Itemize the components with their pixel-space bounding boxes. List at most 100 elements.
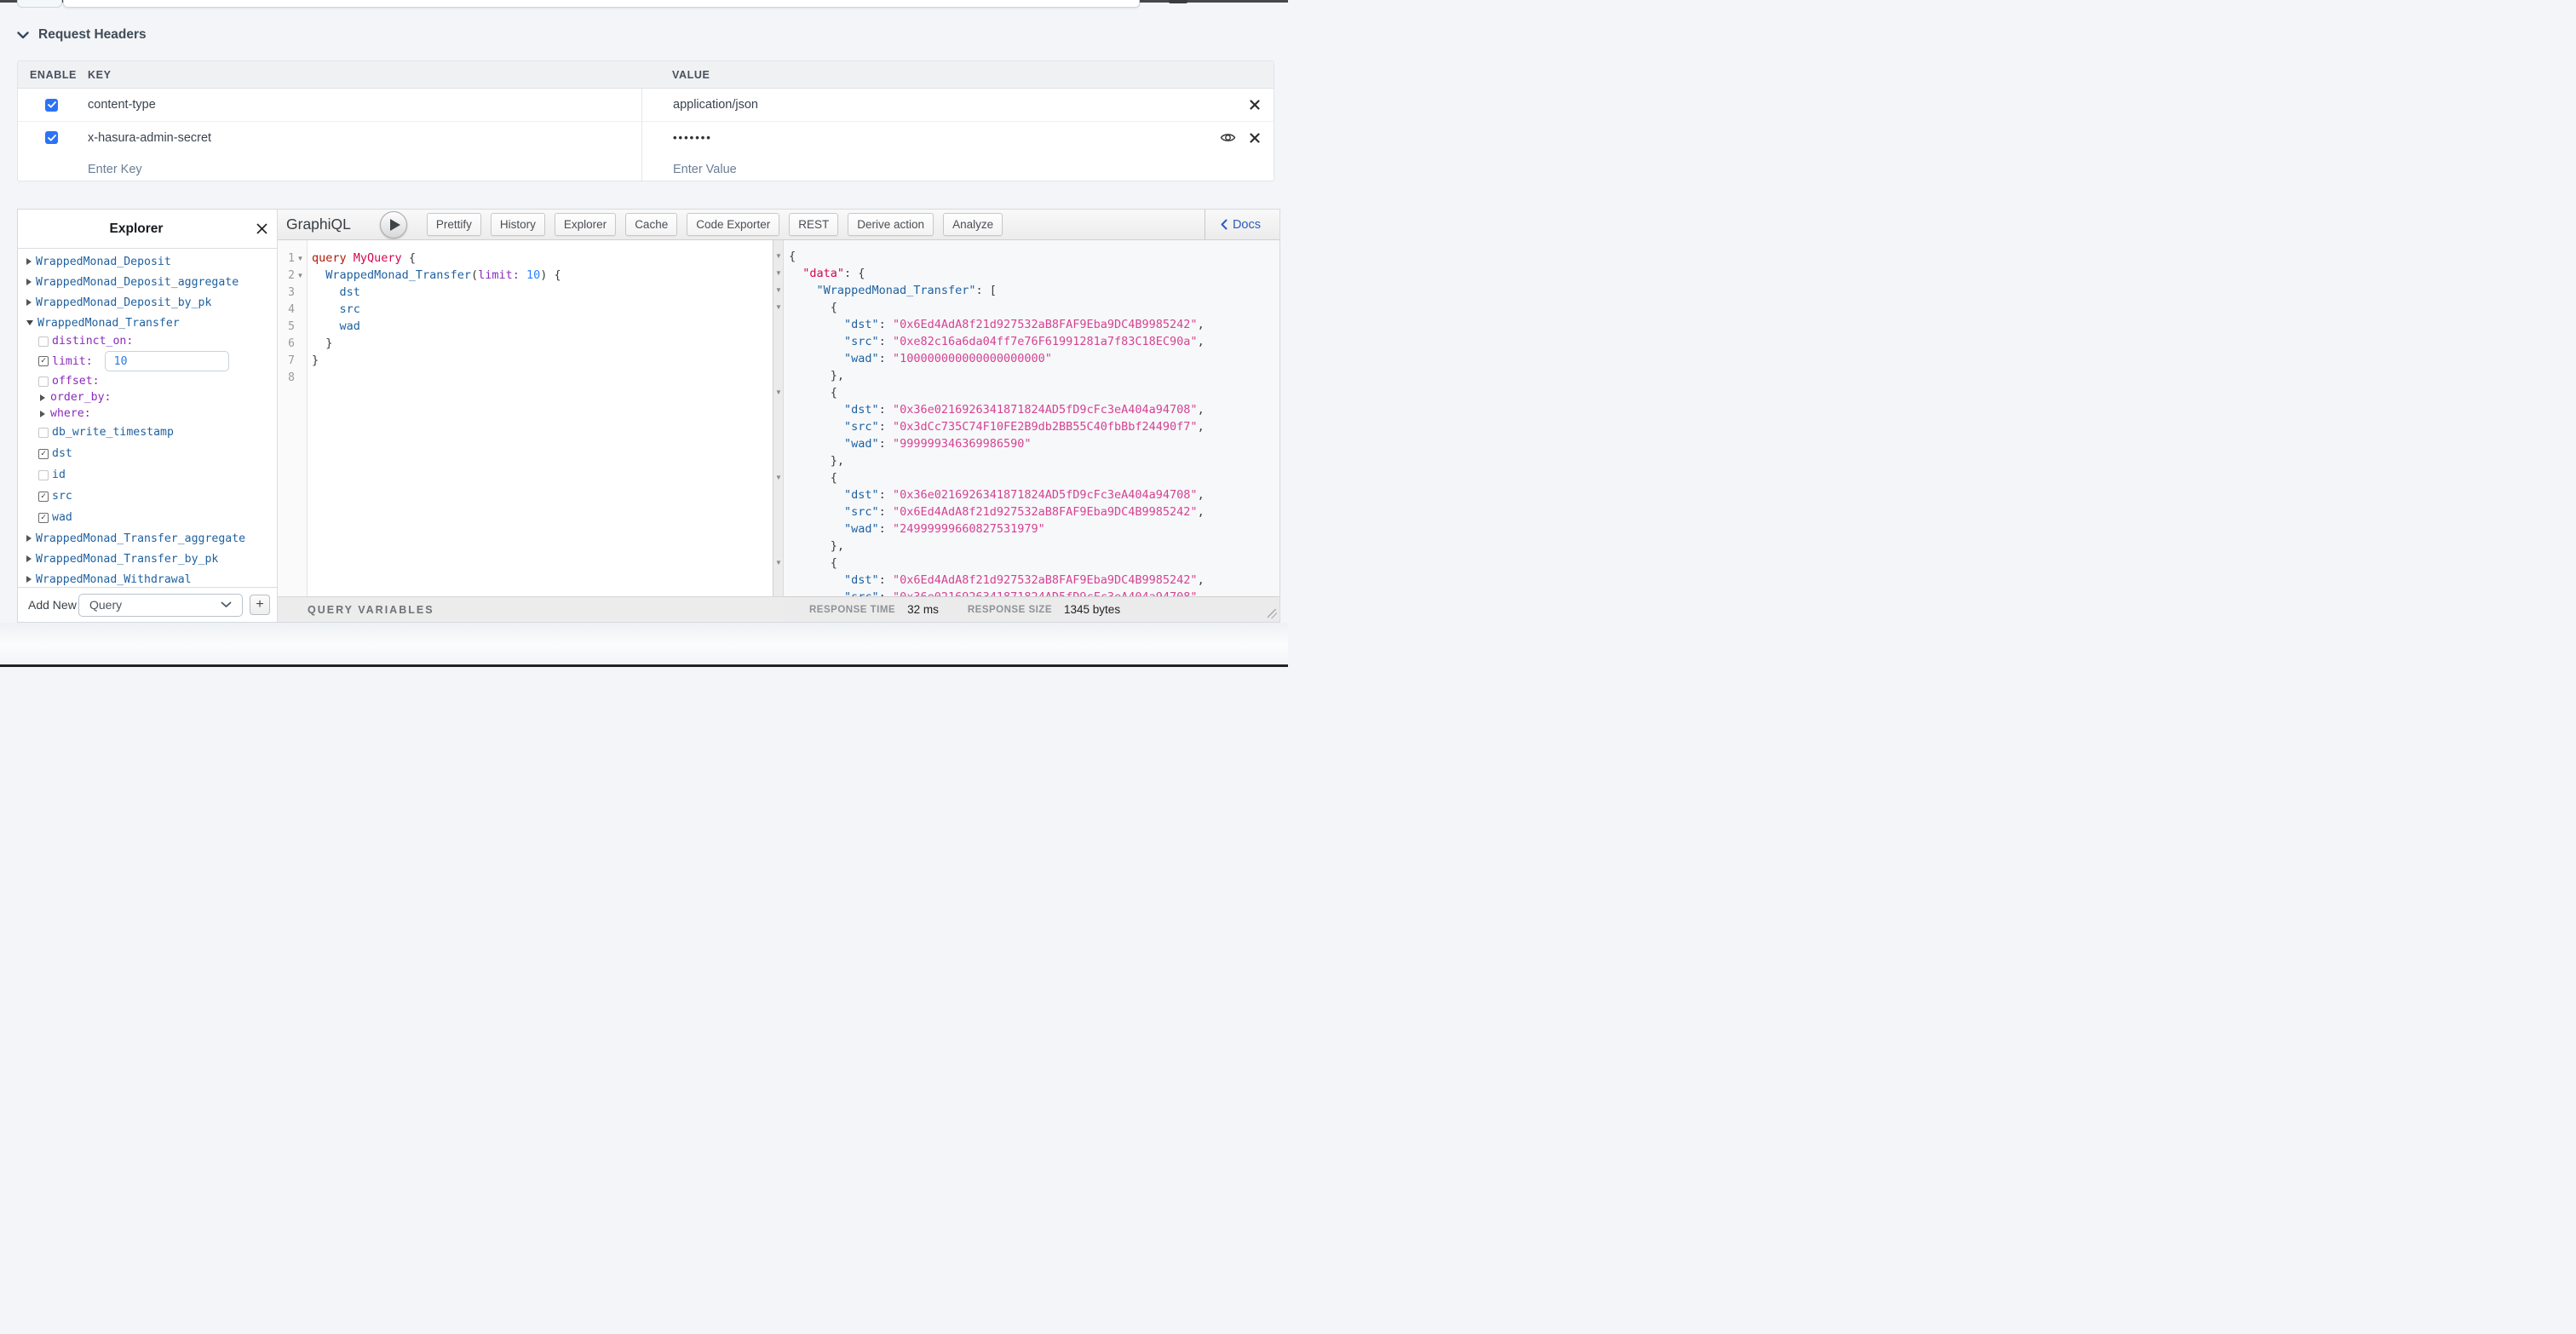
response-line: "dst": "0x6Ed4AdA8f21d927532aB8FAF9Eba9D… <box>789 572 1279 589</box>
add-operation-button[interactable]: + <box>250 595 270 615</box>
enter-key-input[interactable]: Enter Key <box>88 163 142 176</box>
fold-arrow-icon[interactable]: ▼ <box>775 388 782 396</box>
header-enable-checkbox[interactable] <box>45 99 58 112</box>
response-line: "dst": "0x36e0216926341871824AD5fD9cFc3e… <box>789 486 1279 503</box>
toolbar-button-explorer[interactable]: Explorer <box>555 213 616 236</box>
remove-header-icon[interactable] <box>1250 133 1260 143</box>
limit-value-input[interactable]: 10 <box>105 351 229 371</box>
expand-arrow-icon[interactable] <box>26 258 32 265</box>
operation-type-select[interactable]: Query <box>78 594 243 617</box>
toolbar-button-analyze[interactable]: Analyze <box>943 213 1003 236</box>
header-row: content-type application/json <box>18 89 1274 121</box>
value-cell[interactable]: application/json <box>641 89 1274 121</box>
explorer-checkbox[interactable] <box>38 428 49 438</box>
response-size-label: RESPONSE SIZE <box>968 605 1052 615</box>
explorer-checkbox[interactable] <box>38 336 49 347</box>
execute-query-button[interactable] <box>380 211 407 239</box>
column-enable: ENABLE <box>30 69 77 81</box>
reveal-eye-icon[interactable] <box>1220 132 1236 143</box>
query-variables-bar[interactable]: QUERY VARIABLES <box>278 596 784 622</box>
explorer-item[interactable]: WrappedMonad_Transfer_aggregate <box>18 528 277 549</box>
enable-cell <box>18 131 88 144</box>
bottom-strip <box>0 664 1288 667</box>
explorer-checkbox[interactable] <box>38 470 49 480</box>
expand-arrow-icon[interactable] <box>40 394 45 401</box>
fold-arrow-icon[interactable]: ▼ <box>775 559 782 566</box>
row-icons <box>1250 100 1260 110</box>
explorer-item[interactable]: distinct_on: <box>18 333 277 349</box>
explorer-item[interactable]: id <box>18 464 277 486</box>
explorer-item[interactable]: offset: <box>18 373 277 389</box>
expand-arrow-icon[interactable] <box>26 299 32 306</box>
explorer-item[interactable]: WrappedMonad_Withdrawal <box>18 569 277 589</box>
fold-arrow-icon[interactable]: ▼ <box>296 272 304 279</box>
toolbar-button-history[interactable]: History <box>491 213 545 236</box>
explorer-checkbox[interactable]: ✓ <box>38 492 49 502</box>
gutter-row: 7 <box>278 352 307 369</box>
fold-arrow-icon[interactable]: ▼ <box>775 303 782 311</box>
expand-arrow-icon[interactable] <box>26 555 32 562</box>
header-key: content-type <box>88 98 156 112</box>
explorer-item-label: WrappedMonad_Transfer <box>37 317 180 330</box>
request-headers-toggle[interactable]: Request Headers <box>17 26 147 44</box>
fold-arrow-icon[interactable]: ▼ <box>296 255 304 262</box>
explorer-item[interactable]: WrappedMonad_Transfer <box>18 313 277 333</box>
toolbar-button-code-exporter[interactable]: Code Exporter <box>687 213 779 236</box>
explorer-item[interactable]: where: <box>18 405 277 422</box>
explorer-item[interactable]: ✓dst <box>18 443 277 464</box>
query-editor[interactable]: query MyQuery { WrappedMonad_Transfer(li… <box>312 240 773 596</box>
explorer-checkbox[interactable]: ✓ <box>38 356 49 366</box>
explorer-item[interactable]: WrappedMonad_Deposit <box>18 251 277 272</box>
explorer-item[interactable]: WrappedMonad_Transfer_by_pk <box>18 549 277 569</box>
toolbar-button-derive-action[interactable]: Derive action <box>848 213 934 236</box>
expand-arrow-icon[interactable] <box>26 576 32 583</box>
explorer-item[interactable]: ✓limit:10 <box>18 349 277 373</box>
expand-arrow-icon[interactable] <box>26 279 32 285</box>
explorer-item[interactable]: WrappedMonad_Deposit_by_pk <box>18 292 277 313</box>
expand-arrow-icon[interactable] <box>40 411 45 417</box>
header-row: x-hasura-admin-secret••••••• <box>18 121 1274 153</box>
explorer-checkbox[interactable]: ✓ <box>38 449 49 459</box>
expand-arrow-icon[interactable] <box>26 535 32 542</box>
header-enable-checkbox[interactable] <box>45 131 58 144</box>
add-new-label: Add New <box>28 598 77 612</box>
column-value: VALUE <box>672 69 710 81</box>
url-bar-button-stub[interactable] <box>17 0 62 8</box>
explorer-item[interactable]: WrappedMonad_Deposit_aggregate <box>18 272 277 292</box>
explorer-item[interactable]: ✓src <box>18 486 277 507</box>
endpoint-url-input[interactable] <box>63 0 1140 8</box>
explorer-checkbox[interactable]: ✓ <box>38 513 49 523</box>
response-line: "dst": "0x36e0216926341871824AD5fD9cFc3e… <box>789 401 1279 418</box>
explorer-item-label: src <box>52 490 72 503</box>
fold-arrow-icon[interactable]: ▼ <box>775 252 782 260</box>
toolbar-button-rest[interactable]: REST <box>789 213 838 236</box>
fold-arrow-icon[interactable]: ▼ <box>775 474 782 481</box>
key-cell[interactable]: x-hasura-admin-secret <box>88 131 641 145</box>
response-line: "WrappedMonad_Transfer": [ <box>789 282 1279 299</box>
gutter-row: 1▼ <box>278 250 307 267</box>
explorer-checkbox[interactable] <box>38 377 49 387</box>
enable-cell <box>18 99 88 112</box>
query-line: } <box>312 335 773 352</box>
enter-value-input[interactable]: Enter Value <box>673 163 737 176</box>
check-icon <box>48 135 56 141</box>
close-icon[interactable] <box>256 222 268 235</box>
query-line: WrappedMonad_Transfer(limit: 10) { <box>312 267 773 284</box>
collapse-arrow-icon[interactable] <box>26 320 33 325</box>
resize-handle[interactable] <box>1268 609 1277 618</box>
docs-link[interactable]: Docs <box>1221 218 1261 232</box>
value-cell[interactable]: ••••••• <box>641 122 1274 153</box>
top-notch <box>1169 0 1187 3</box>
fold-arrow-icon[interactable]: ▼ <box>775 269 782 277</box>
explorer-item-label: distinct_on: <box>52 335 133 348</box>
explorer-item[interactable]: order_by: <box>18 389 277 405</box>
fold-arrow-icon[interactable]: ▼ <box>775 286 782 294</box>
explorer-item[interactable]: ✓wad <box>18 507 277 528</box>
remove-header-icon[interactable] <box>1250 100 1260 110</box>
key-cell[interactable]: content-type <box>88 98 641 112</box>
explorer-item[interactable]: db_write_timestamp <box>18 422 277 443</box>
explorer-item-label: WrappedMonad_Deposit <box>36 256 171 268</box>
line-number: 3 <box>288 286 295 299</box>
toolbar-button-cache[interactable]: Cache <box>625 213 677 236</box>
toolbar-button-prettify[interactable]: Prettify <box>427 213 481 236</box>
